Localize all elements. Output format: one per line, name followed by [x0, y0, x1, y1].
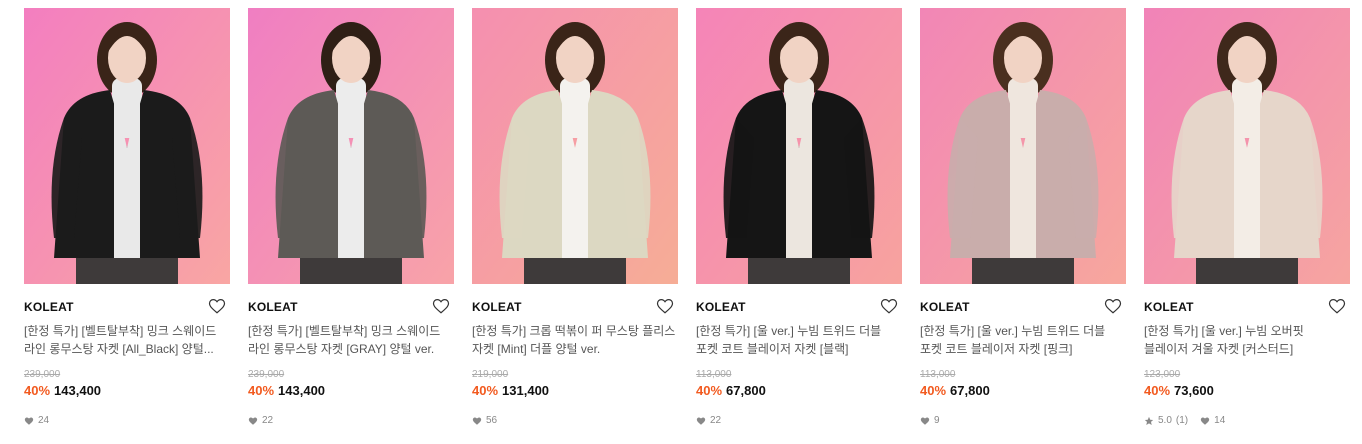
like-heart-icon — [472, 416, 482, 426]
price-row: 40% 131,400 — [472, 383, 678, 399]
rating-value: 5.0 — [1158, 415, 1172, 426]
discount-rate: 40% — [472, 383, 499, 398]
product-meta: 22 — [696, 415, 902, 427]
product-image[interactable] — [1144, 8, 1350, 284]
sale-price: 67,800 — [726, 383, 766, 398]
product-image[interactable] — [920, 8, 1126, 284]
product-title[interactable]: [한정 특가] 크롭 떡볶이 퍼 무스탕 플리스 자켓 [Mint] 더플 양털… — [472, 322, 678, 358]
product-meta: 22 — [248, 415, 454, 427]
sale-price: 131,400 — [502, 383, 550, 398]
discount-rate: 40% — [1144, 383, 1171, 398]
discount-rate: 40% — [920, 383, 947, 398]
like-count: 22 — [710, 415, 722, 426]
product-card[interactable]: KOLEAT [한정 특가] [벨트탈부착] 밍크 스웨이드 라인 롱무스탕 자켓… — [248, 8, 454, 427]
product-card[interactable]: KOLEAT [한정 특가] 크롭 떡볶이 퍼 무스탕 플리스 자켓 [Mint]… — [472, 8, 678, 427]
like-count: 24 — [38, 415, 50, 426]
product-meta: 5.0 (1) 14 — [1144, 415, 1350, 427]
like-heart-icon — [1200, 416, 1210, 426]
sale-price: 143,400 — [54, 383, 102, 398]
product-title[interactable]: [한정 특가] [울 ver.] 누빔 트위드 더블 포켓 코트 블레이저 자켓… — [696, 322, 902, 358]
product-title[interactable]: [한정 특가] [울 ver.] 누빔 오버핏 블레이저 겨울 자켓 [커스터드… — [1144, 322, 1350, 358]
brand-row: KOLEAT — [248, 297, 454, 317]
product-card[interactable]: KOLEAT [한정 특가] [벨트탈부착] 밍크 스웨이드 라인 롱무스탕 자켓… — [24, 8, 230, 427]
discount-rate: 40% — [24, 383, 51, 398]
original-price: 113,000 — [920, 369, 956, 380]
sale-price: 143,400 — [278, 383, 326, 398]
product-image[interactable] — [696, 8, 902, 284]
price-row: 40% 143,400 — [248, 383, 454, 399]
discount-rate: 40% — [248, 383, 275, 398]
product-card[interactable]: KOLEAT [한정 특가] [울 ver.] 누빔 오버핏 블레이저 겨울 자켓… — [1144, 8, 1350, 427]
price-row: 40% 67,800 — [920, 383, 1126, 399]
product-image[interactable] — [248, 8, 454, 284]
sale-price: 67,800 — [950, 383, 990, 398]
original-price: 219,000 — [472, 369, 509, 380]
review-count: (1) — [1175, 415, 1189, 426]
product-title[interactable]: [한정 특가] [벨트탈부착] 밍크 스웨이드 라인 롱무스탕 자켓 [All_… — [24, 322, 230, 358]
like-count: 14 — [1214, 415, 1226, 426]
product-image[interactable] — [24, 8, 230, 284]
wishlist-heart-icon[interactable] — [1104, 297, 1124, 317]
brand-row: KOLEAT — [24, 297, 230, 317]
brand-row: KOLEAT — [696, 297, 902, 317]
original-price: 123,000 — [1144, 369, 1181, 380]
brand-row: KOLEAT — [1144, 297, 1350, 317]
brand-row: KOLEAT — [472, 297, 678, 317]
like-heart-icon — [696, 416, 706, 426]
star-icon — [1144, 416, 1154, 426]
product-title[interactable]: [한정 특가] [벨트탈부착] 밍크 스웨이드 라인 롱무스탕 자켓 [GRAY… — [248, 322, 454, 358]
brand-name[interactable]: KOLEAT — [472, 297, 678, 317]
like-heart-icon — [248, 416, 258, 426]
brand-name[interactable]: KOLEAT — [696, 297, 902, 317]
like-count: 9 — [934, 415, 940, 426]
price-row: 40% 143,400 — [24, 383, 230, 399]
original-price: 113,000 — [696, 369, 732, 380]
product-title[interactable]: [한정 특가] [울 ver.] 누빔 트위드 더블 포켓 코트 블레이저 자켓… — [920, 322, 1126, 358]
original-price: 239,000 — [24, 369, 61, 380]
wishlist-heart-icon[interactable] — [208, 297, 228, 317]
price-row: 40% 73,600 — [1144, 383, 1350, 399]
brand-name[interactable]: KOLEAT — [920, 297, 1126, 317]
product-card[interactable]: KOLEAT [한정 특가] [울 ver.] 누빔 트위드 더블 포켓 코트 블… — [696, 8, 902, 427]
price-row: 40% 67,800 — [696, 383, 902, 399]
product-card[interactable]: KOLEAT [한정 특가] [울 ver.] 누빔 트위드 더블 포켓 코트 블… — [920, 8, 1126, 427]
wishlist-heart-icon[interactable] — [432, 297, 452, 317]
like-count: 56 — [486, 415, 498, 426]
discount-rate: 40% — [696, 383, 723, 398]
wishlist-heart-icon[interactable] — [880, 297, 900, 317]
brand-row: KOLEAT — [920, 297, 1126, 317]
product-grid: KOLEAT [한정 특가] [벨트탈부착] 밍크 스웨이드 라인 롱무스탕 자켓… — [0, 0, 1362, 444]
brand-name[interactable]: KOLEAT — [24, 297, 230, 317]
wishlist-heart-icon[interactable] — [1328, 297, 1348, 317]
brand-name[interactable]: KOLEAT — [248, 297, 454, 317]
wishlist-heart-icon[interactable] — [656, 297, 676, 317]
product-image[interactable] — [472, 8, 678, 284]
sale-price: 73,600 — [1174, 383, 1214, 398]
brand-name[interactable]: KOLEAT — [1144, 297, 1350, 317]
like-heart-icon — [24, 416, 34, 426]
like-heart-icon — [920, 416, 930, 426]
product-meta: 56 — [472, 415, 678, 427]
product-meta: 9 — [920, 415, 1126, 427]
like-count: 22 — [262, 415, 274, 426]
product-meta: 24 — [24, 415, 230, 427]
original-price: 239,000 — [248, 369, 285, 380]
